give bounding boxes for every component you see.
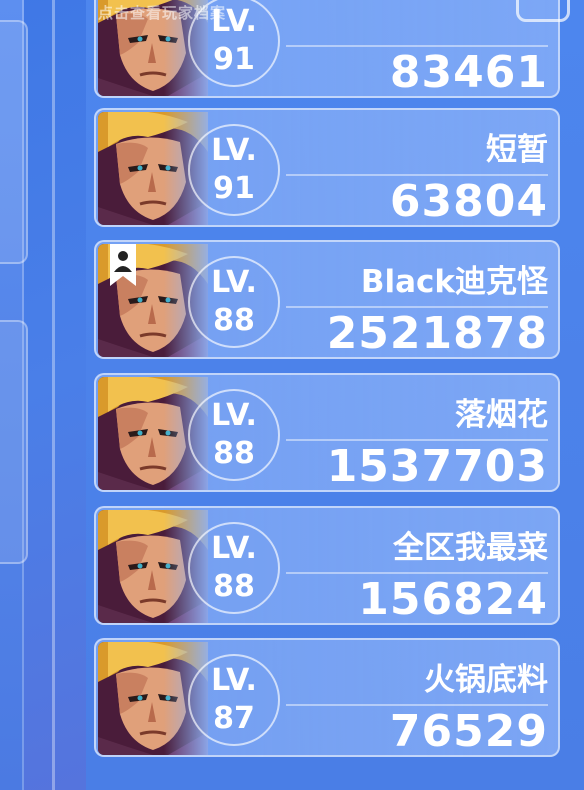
player-name: 全区我最菜 [393,530,548,566]
player-score: 83461 [389,47,548,98]
player-card[interactable]: LV. 91 短暂 63804 [94,108,560,227]
level-ring: LV. 88 [188,522,280,614]
divider-line [52,0,55,790]
corner-button[interactable] [516,0,570,22]
player-card[interactable]: LV. 88 全区我最菜 156824 [94,506,560,625]
level-value: 87 [213,701,255,736]
left-tab-lower[interactable] [0,320,28,564]
level-value: 91 [213,171,255,206]
level-label: LV. [211,265,257,300]
left-tab-upper[interactable] [0,20,28,264]
level-label: LV. [211,133,257,168]
level-value: 88 [213,436,255,471]
level-label: LV. [211,531,257,566]
player-score: 156824 [358,574,548,625]
level-label: LV. [211,663,257,698]
player-card[interactable]: LV. 88 落烟花 1537703 [94,373,560,492]
level-ring: LV. 88 [188,389,280,481]
player-score: 63804 [389,176,548,227]
player-score: 2521878 [326,308,548,359]
level-value: 88 [213,569,255,604]
hint-text: 点击查看玩家档案 [98,4,227,22]
level-label: LV. [211,398,257,433]
player-card[interactable]: LV. 88 Black迪克怪 2521878 [94,240,560,359]
user-badge-icon [110,244,136,286]
level-ring: LV. 87 [188,654,280,746]
level-ring: LV. 91 [188,124,280,216]
level-value: 88 [213,303,255,338]
player-name: 火锅底料 [424,662,548,698]
player-name: 短暂 [486,132,548,168]
level-ring: LV. 88 [188,256,280,348]
player-card[interactable]: LV. 87 火锅底料 76529 [94,638,560,757]
player-name: 落烟花 [455,397,548,433]
player-score: 76529 [389,706,548,757]
level-value: 91 [213,42,255,77]
player-score: 1537703 [326,441,548,492]
player-name: Black迪克怪 [360,264,548,300]
